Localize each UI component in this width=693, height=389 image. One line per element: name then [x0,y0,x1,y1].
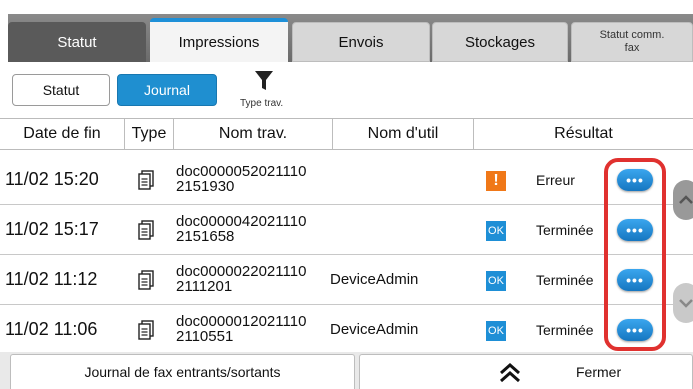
document-icon [138,320,154,340]
document-icon [138,170,154,190]
table-header: Date de fin Type Nom trav. Nom d'util Ré… [0,118,693,150]
row-result: Erreur [536,171,575,188]
row-date: 11/02 11:06 [5,319,98,339]
ok-icon: OK [486,321,506,341]
document-icon [138,220,154,240]
job-type-filter-button[interactable]: Type trav. [236,70,316,114]
tab-impressions[interactable]: Impressions [150,18,288,62]
tab-statut-comm-line2: fax [624,42,640,54]
tab-statut-comm-fax[interactable]: Statut comm. fax [571,22,693,62]
column-date[interactable]: Date de fin [0,119,124,149]
tab-bar: Statut Impressions Envois Stockages Stat… [0,0,693,62]
table-row[interactable]: 11/02 11:12 doc0000022021110 2111201 Dev… [0,255,693,305]
close-label: Fermer [576,364,622,380]
details-button[interactable]: ••• [617,319,653,341]
close-button[interactable]: Fermer [359,354,693,389]
ok-icon: OK [486,221,506,241]
double-chevron-up-icon [500,363,520,383]
row-job-name-line1: doc0000042021110 [176,213,307,230]
row-job-name: doc0000042021110 2151658 [176,214,306,244]
table-row[interactable]: 11/02 15:20 doc0000052021110 2151930 ! E… [0,155,693,205]
tab-envois[interactable]: Envois [292,22,430,62]
tab-statut[interactable]: Statut [8,22,146,62]
row-job-name-line1: doc0000052021110 [176,163,307,180]
row-job-name-line2: 2151658 [176,228,235,245]
document-icon [138,270,154,290]
row-job-name: doc0000052021110 2151930 [176,164,306,194]
tab-statut-comm-line1: Statut comm. [599,29,665,41]
row-date: 11/02 11:12 [5,269,98,289]
row-job-name-line2: 2110551 [176,328,234,345]
column-user[interactable]: Nom d'util [333,119,473,149]
details-button[interactable]: ••• [617,169,653,191]
row-job-name-line2: 2151930 [176,178,235,195]
row-job-name: doc0000012021110 2110551 [176,314,306,344]
row-date: 11/02 15:17 [5,219,99,239]
scroll-down-button[interactable] [673,283,693,323]
filter-icon [255,71,273,90]
details-button[interactable]: ••• [617,269,653,291]
row-job-name-line1: doc0000012021110 [176,313,307,330]
row-result: Terminée [536,271,594,288]
row-result: Terminée [536,221,594,238]
scroll-up-button[interactable] [673,180,693,220]
filter-label: Type trav. [240,98,284,109]
table-row[interactable]: 11/02 15:17 doc0000042021110 2151658 OK … [0,205,693,255]
row-result: Terminée [536,321,594,338]
chevron-down-icon [679,299,693,308]
row-date: 11/02 15:20 [5,169,99,189]
journal-button[interactable]: Journal [117,74,217,106]
fax-log-button[interactable]: Journal de fax entrants/sortants [10,354,355,389]
chevron-up-icon [679,195,693,204]
sub-toolbar: Statut Journal Type trav. [0,62,693,116]
row-user: DeviceAdmin [330,321,419,338]
row-job-name-line2: 2111201 [176,278,233,295]
row-user: DeviceAdmin [330,271,419,288]
row-job-name-line1: doc0000022021110 [176,263,307,280]
statut-button[interactable]: Statut [12,74,110,106]
column-type[interactable]: Type [125,119,173,149]
error-icon: ! [486,171,506,191]
column-result[interactable]: Résultat [474,119,693,149]
ok-icon: OK [486,271,506,291]
tab-stockages[interactable]: Stockages [432,22,568,62]
column-name[interactable]: Nom trav. [174,119,332,149]
footer-bar: Journal de fax entrants/sortants Fermer [0,352,693,389]
row-job-name: doc0000022021110 2111201 [176,264,306,294]
details-button[interactable]: ••• [617,219,653,241]
table-row[interactable]: 11/02 11:06 doc0000012021110 2110551 Dev… [0,305,693,355]
